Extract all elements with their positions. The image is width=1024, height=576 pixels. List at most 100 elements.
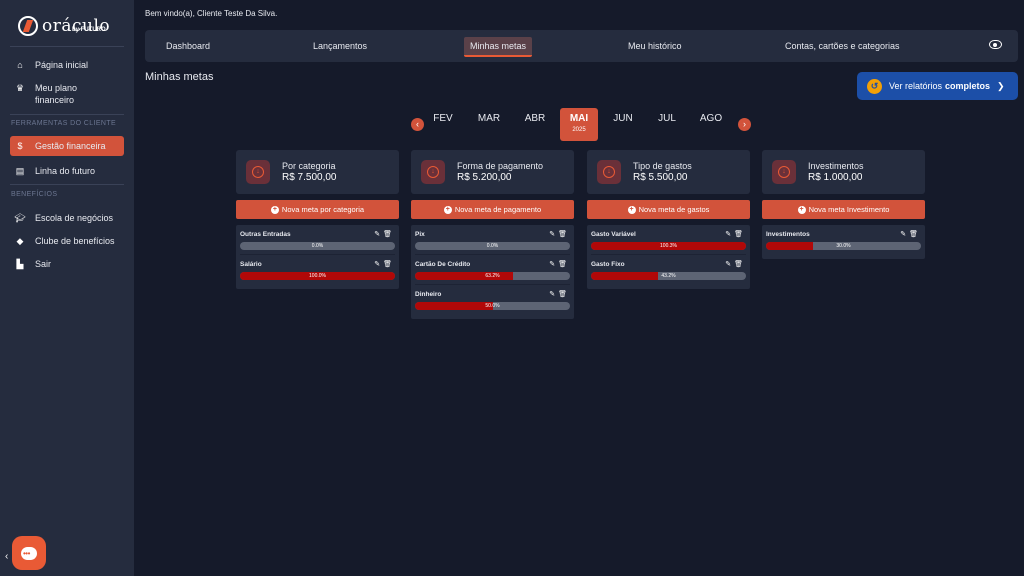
goal-type-icon: ↓	[421, 160, 445, 184]
history-icon: ↺	[867, 78, 882, 94]
sidebar-item-financial-management[interactable]: $ Gestão financeira	[10, 136, 124, 156]
tab-lancamentos[interactable]: Lançamentos	[313, 37, 367, 57]
month-year: 2025	[572, 127, 586, 133]
tab-contas-cartoes-categorias[interactable]: Contas, cartões e categorias	[785, 37, 900, 57]
progress-bar: 100.0%	[240, 272, 395, 280]
sidebar-item-benefits-club[interactable]: ◆ Clube de benefícios	[10, 231, 124, 251]
tab-dashboard[interactable]: Dashboard	[166, 37, 210, 57]
goal-list: Investimentos ✎🗑︎ 30.0%	[762, 225, 925, 259]
graduation-cap-icon: 🎓︎	[14, 213, 26, 223]
brand-name: oráculo	[42, 16, 111, 36]
edit-icon[interactable]: ✎	[900, 231, 909, 238]
brand-logo[interactable]: oráculo	[18, 12, 110, 40]
crown-icon: ♛	[15, 83, 25, 93]
sidebar-item-label: Clube de benefícios	[35, 236, 115, 246]
sidebar-item-logout[interactable]: ▙ Sair	[10, 254, 124, 274]
goal-actions: ✎🗑︎	[549, 260, 570, 268]
trash-icon[interactable]: 🗑︎	[734, 261, 746, 268]
progress-bar: 100.3%	[591, 242, 746, 250]
new-goal-button[interactable]: + Nova meta por categoria	[236, 200, 399, 219]
goal-name: Investimentos	[766, 231, 810, 238]
goal-name: Cartão De Crédito	[415, 261, 471, 268]
edit-icon[interactable]: ✎	[374, 231, 383, 238]
edit-icon[interactable]: ✎	[725, 261, 734, 268]
next-month-button[interactable]: ›	[738, 118, 751, 131]
sidebar-divider	[10, 46, 124, 47]
goal-name: Dinheiro	[415, 291, 442, 298]
goal-column: ↓ Forma de pagamento R$ 5.200,00 + Nova meta…	[411, 150, 574, 319]
progress-bar: 50.0%	[415, 302, 570, 310]
view-reports-button[interactable]: ↺ Ver relatórios completos ❯	[857, 72, 1018, 100]
eye-icon[interactable]	[989, 40, 1002, 49]
trash-icon[interactable]: 🗑︎	[383, 261, 395, 268]
sidebar-item-business-school[interactable]: 🎓︎ Escola de negócios	[10, 208, 124, 228]
sidebar-item-future-line[interactable]: ▤ Linha do futuro	[10, 161, 124, 181]
goal-type-icon: ↓	[246, 160, 270, 184]
new-goal-button[interactable]: + Nova meta Investimento	[762, 200, 925, 219]
sidebar-item-home[interactable]: ⌂ Página inicial	[10, 55, 124, 75]
trash-icon[interactable]: 🗑︎	[558, 231, 570, 238]
sidebar-item-label: Sair	[35, 259, 52, 269]
progress-bar: 63.2%	[415, 272, 570, 280]
goal-actions: ✎🗑︎	[725, 230, 746, 238]
sidebar-item-financial-plan[interactable]: ♛ Meu plano financeiro	[10, 78, 124, 110]
plus-icon: +	[270, 205, 279, 214]
sidebar-item-label: Escola de negócios	[35, 213, 114, 223]
top-navigation: Dashboard Lançamentos Minhas metas Meu h…	[145, 30, 1018, 62]
goal-summary-card: ↓ Tipo de gastos R$ 5.500,00	[587, 150, 750, 194]
goal-actions: ✎🗑︎	[900, 230, 921, 238]
trash-icon[interactable]: 🗑︎	[734, 231, 746, 238]
progress-bar: 43.2%	[591, 272, 746, 280]
report-button-label: Ver relatórios	[889, 81, 943, 91]
tab-meu-historico[interactable]: Meu histórico	[628, 37, 682, 57]
plus-icon: +	[627, 205, 636, 214]
month-mar[interactable]: MAR	[469, 113, 509, 124]
month-mai-selected[interactable]: MAI 2025	[560, 108, 598, 141]
goal-actions: ✎🗑︎	[374, 260, 395, 268]
goal-actions: ✎🗑︎	[374, 230, 395, 238]
welcome-message: Bem vindo(a), Cliente Teste Da Silva.	[145, 9, 278, 18]
progress-label: 50.0%	[485, 303, 500, 309]
card-title: Investimentos	[808, 161, 864, 171]
month-jul[interactable]: JUL	[647, 113, 687, 124]
tab-minhas-metas[interactable]: Minhas metas	[464, 37, 533, 57]
collapse-sidebar-icon[interactable]: ‹	[5, 551, 8, 562]
card-value: R$ 7.500,00	[282, 172, 337, 183]
month-jun[interactable]: JUN	[603, 113, 643, 124]
trash-icon[interactable]: 🗑︎	[383, 231, 395, 238]
goal-name: Salário	[240, 261, 262, 268]
sidebar-divider	[10, 114, 124, 115]
edit-icon[interactable]: ✎	[725, 231, 734, 238]
edit-icon[interactable]: ✎	[374, 261, 383, 268]
goal-item: Investimentos ✎🗑︎ 30.0%	[766, 225, 921, 255]
goal-column: ↓ Por categoria R$ 7.500,00 + Nova meta por …	[236, 150, 399, 289]
goal-name: Outras Entradas	[240, 231, 291, 238]
goal-item: Dinheiro ✎🗑︎ 50.0%	[415, 285, 570, 315]
edit-icon[interactable]: ✎	[549, 231, 558, 238]
new-goal-label: Nova meta de gastos	[638, 205, 710, 214]
new-goal-label: Nova meta Investimento	[808, 205, 890, 214]
chat-button[interactable]	[12, 536, 46, 570]
month-fev[interactable]: FEV	[423, 113, 463, 124]
card-title: Tipo de gastos	[633, 161, 692, 171]
month-abr[interactable]: ABR	[515, 113, 555, 124]
goal-actions: ✎🗑︎	[549, 230, 570, 238]
card-title: Forma de pagamento	[457, 161, 544, 171]
edit-icon[interactable]: ✎	[549, 261, 558, 268]
edit-icon[interactable]: ✎	[549, 291, 558, 298]
trash-icon[interactable]: 🗑︎	[909, 231, 921, 238]
new-goal-button[interactable]: + Nova meta de gastos	[587, 200, 750, 219]
goal-item: Outras Entradas ✎🗑︎ 0.0%	[240, 225, 395, 255]
trash-icon[interactable]: 🗑︎	[558, 291, 570, 298]
page-title: Minhas metas	[145, 71, 214, 83]
month-ago[interactable]: AGO	[691, 113, 731, 124]
goal-summary-card: ↓ Por categoria R$ 7.500,00	[236, 150, 399, 194]
goal-list: Outras Entradas ✎🗑︎ 0.0% Salário ✎🗑︎ 100.0%	[236, 225, 399, 289]
diamond-icon: ◆	[16, 236, 24, 246]
progress-label: 0.0%	[311, 243, 324, 249]
progress-label: 0.0%	[486, 243, 499, 249]
chevron-right-icon: ❯	[997, 80, 1005, 91]
new-goal-button[interactable]: + Nova meta de pagamento	[411, 200, 574, 219]
trash-icon[interactable]: 🗑︎	[558, 261, 570, 268]
goal-item: Pix ✎🗑︎ 0.0%	[415, 225, 570, 255]
